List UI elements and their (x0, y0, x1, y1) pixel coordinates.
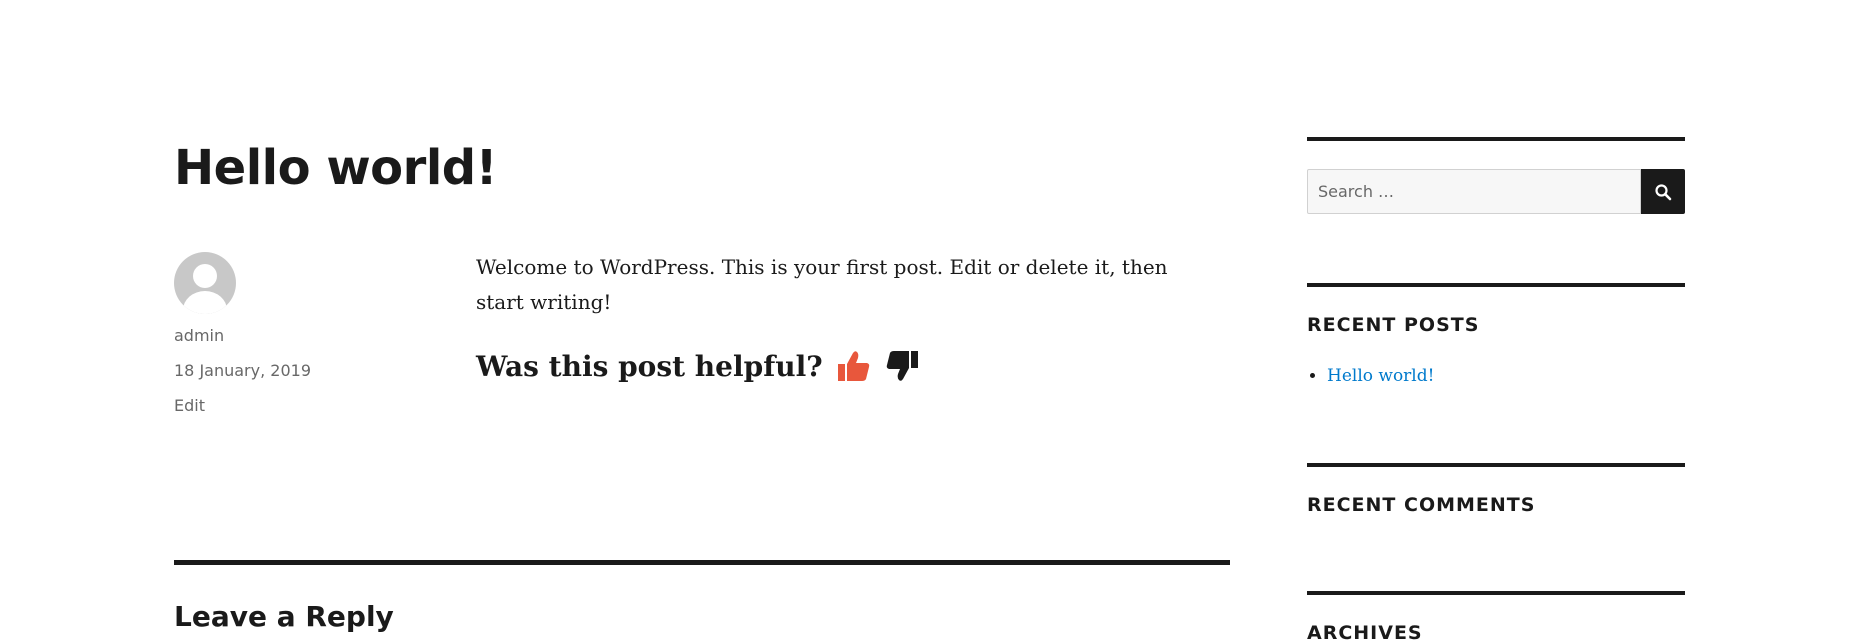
thumbs-down-icon[interactable] (885, 349, 919, 383)
post-date[interactable]: 18 January, 2019 (174, 361, 311, 380)
helpful-question: Was this post helpful? (476, 349, 823, 383)
sidebar-divider (1307, 463, 1685, 467)
search-input[interactable] (1307, 169, 1641, 214)
sidebar-divider (1307, 137, 1685, 141)
post-author[interactable]: admin (174, 326, 224, 345)
sidebar-divider (1307, 591, 1685, 595)
thumbs-up-icon[interactable] (837, 349, 871, 383)
helpful-widget: Was this post helpful? (476, 349, 919, 383)
recent-post-link[interactable]: Hello world! (1327, 366, 1434, 386)
sidebar-divider (1307, 283, 1685, 287)
list-item: Hello world! (1327, 366, 1434, 386)
comments-divider (174, 560, 1230, 565)
archives-title: ARCHIVES (1307, 622, 1423, 644)
recent-posts-list: Hello world! (1307, 366, 1434, 386)
edit-link[interactable]: Edit (174, 396, 205, 415)
post-body: Welcome to WordPress. This is your first… (476, 255, 1168, 314)
post-meta: admin 18 January, 2019 Edit (174, 252, 374, 415)
avatar-icon (174, 252, 236, 314)
recent-posts-title: RECENT POSTS (1307, 314, 1480, 336)
search-icon (1654, 183, 1672, 201)
post-content: Welcome to WordPress. This is your first… (476, 250, 1216, 383)
post-title: Hello world! (174, 140, 498, 196)
leave-reply-title: Leave a Reply (174, 600, 394, 633)
search-form (1307, 169, 1685, 214)
search-button[interactable] (1641, 169, 1685, 214)
recent-comments-title: RECENT COMMENTS (1307, 494, 1536, 516)
